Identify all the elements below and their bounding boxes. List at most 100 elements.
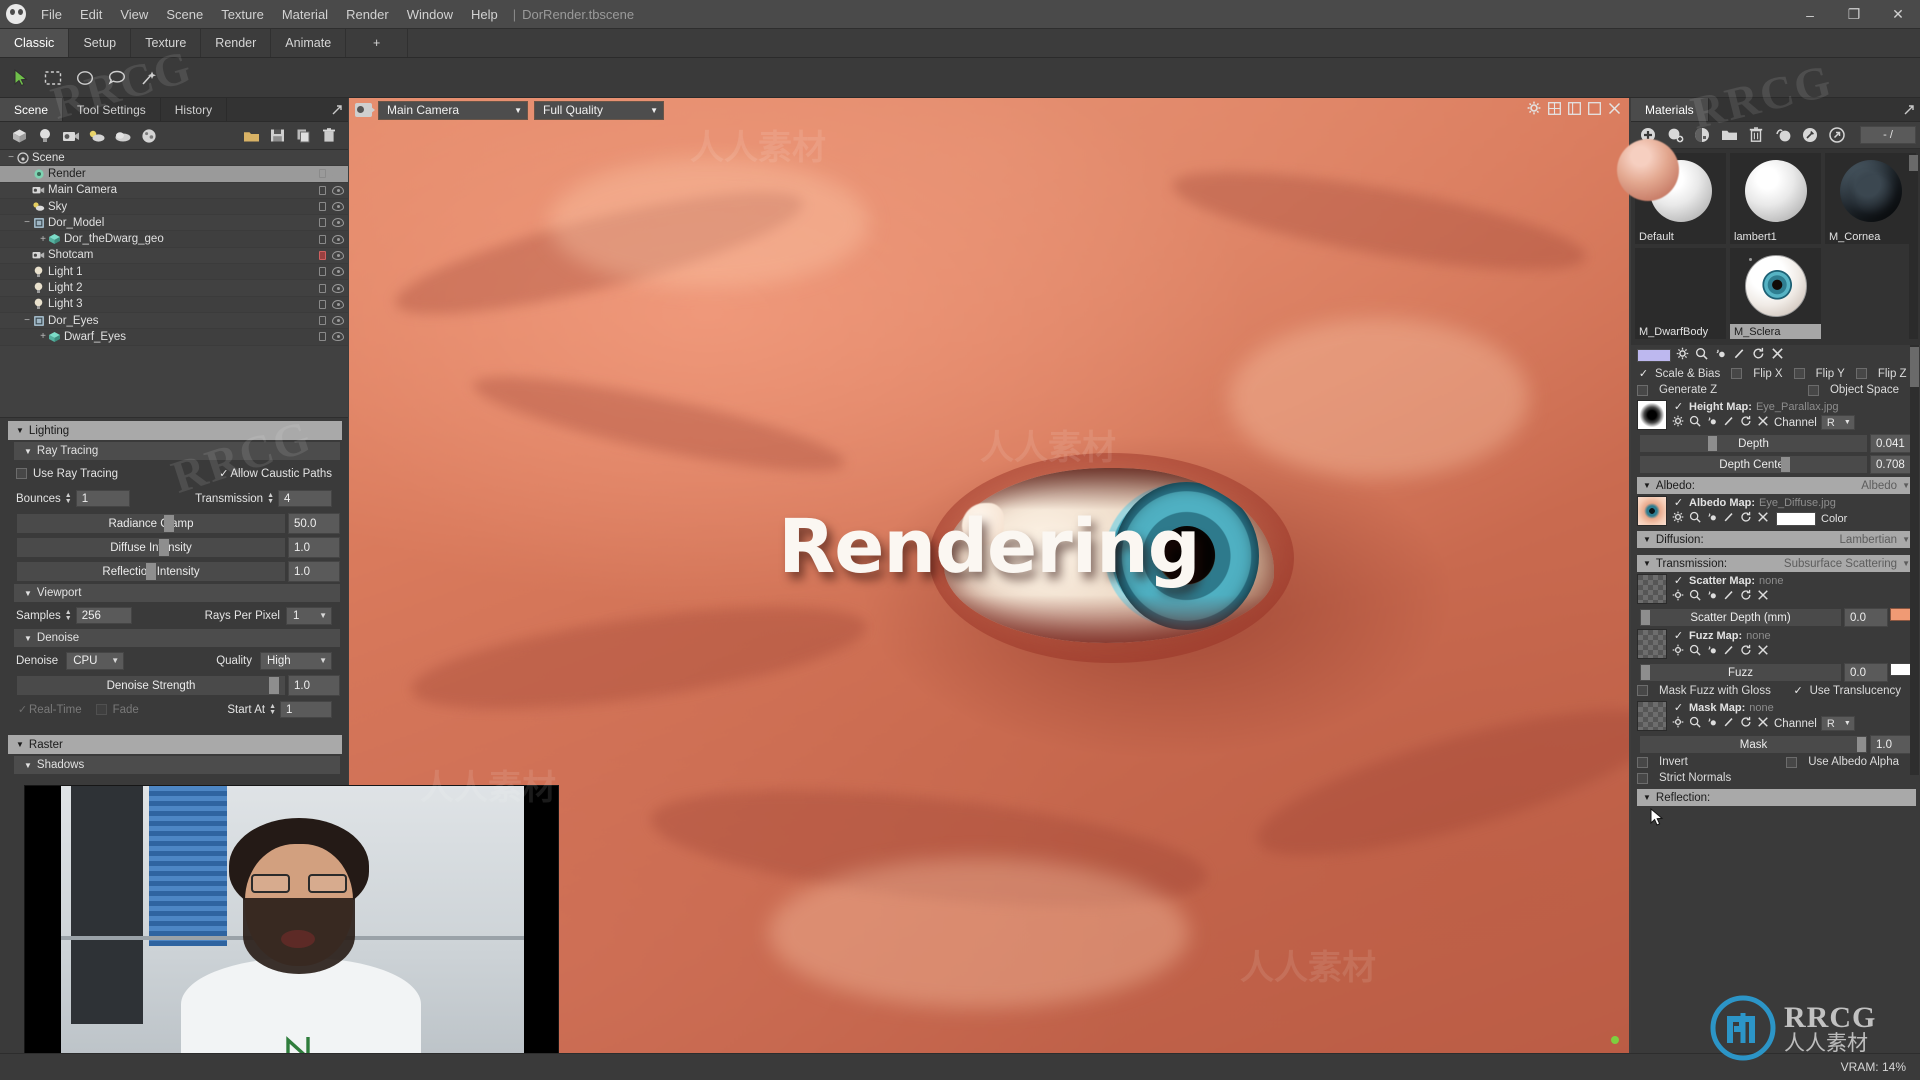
tree-item-light-2[interactable]: Light 2 (0, 280, 348, 297)
tree-item-scene[interactable]: − Scene (0, 150, 348, 167)
row-radiance-clamp[interactable]: Radiance Clamp 50.0 (16, 513, 340, 534)
fuzz-value[interactable]: 0.0 (1844, 663, 1888, 682)
flip-x-checkbox[interactable] (1731, 368, 1743, 379)
magnify-icon[interactable] (1689, 644, 1701, 659)
magic-wand-icon[interactable] (134, 63, 164, 93)
start-at-value[interactable]: 1 (280, 701, 332, 718)
depth-slider[interactable]: Depth (1639, 434, 1868, 453)
eyedropper-icon[interactable] (1714, 347, 1727, 363)
normal-map-color-swatch[interactable] (1637, 348, 1671, 362)
material-item-m_dwarfbody[interactable]: M_DwarfBody (1616, 139, 1726, 339)
lock-icon[interactable] (319, 234, 326, 244)
delete-icon[interactable] (316, 125, 342, 147)
tab-setup[interactable]: Setup (69, 29, 132, 57)
pencil-icon[interactable] (1723, 511, 1735, 526)
albedo-mode-dropdown[interactable]: Albedo ▼ (1861, 480, 1910, 492)
lock-icon[interactable] (319, 185, 326, 195)
material-item-lambert1[interactable]: lambert1 (1730, 153, 1821, 244)
visibility-eye-icon[interactable] (332, 218, 344, 228)
tree-item-render[interactable]: Render (0, 166, 348, 183)
mask-channel-dropdown[interactable]: R ▼ (1820, 716, 1855, 731)
tab-tool-settings[interactable]: Tool Settings (63, 98, 161, 121)
cloud-icon[interactable] (110, 125, 136, 147)
lock-icon[interactable] (319, 218, 326, 228)
albedo-color-swatch[interactable] (1776, 511, 1816, 526)
tree-item-shotcam[interactable]: Shotcam (0, 248, 348, 265)
slider-knob[interactable] (1780, 457, 1790, 472)
close-icon[interactable] (1757, 511, 1769, 526)
lock-icon[interactable] (319, 250, 326, 260)
pencil-icon[interactable] (1723, 644, 1735, 659)
webcam-overlay[interactable] (24, 785, 559, 1080)
rectangle-marquee-icon[interactable] (38, 63, 68, 93)
scatter-map-thumbnail[interactable] (1637, 574, 1667, 604)
pencil-icon[interactable] (1723, 415, 1735, 430)
section-header-denoise[interactable]: ▼ Denoise (14, 629, 340, 647)
section-header-raster[interactable]: ▼ Raster (8, 735, 342, 754)
quality-dropdown[interactable]: High ▼ (260, 651, 332, 670)
gear-icon[interactable] (1676, 347, 1689, 363)
menu-file[interactable]: File (32, 4, 71, 25)
eyedropper-icon[interactable] (1706, 644, 1718, 659)
scene-tree[interactable]: − Scene Render Main Camera Sky − Dor_Model + Dor… (0, 150, 348, 418)
visibility-eye-icon[interactable] (332, 169, 344, 179)
refresh-icon[interactable] (1740, 415, 1752, 430)
menu-edit[interactable]: Edit (71, 4, 111, 25)
slider-knob[interactable] (1641, 665, 1650, 680)
lock-icon[interactable] (319, 267, 326, 277)
maximize-button[interactable]: ❐ (1832, 0, 1876, 29)
height-map-checkbox[interactable]: ✓ (1672, 400, 1685, 413)
bounces-stepper[interactable]: ▲ ▼ (65, 492, 72, 505)
close-icon[interactable] (1757, 415, 1769, 430)
tree-item-dor-model[interactable]: − Dor_Model (0, 215, 348, 232)
use-albedo-alpha-checkbox[interactable] (1786, 756, 1798, 768)
slider-knob[interactable] (269, 677, 279, 694)
lock-icon[interactable] (319, 299, 326, 309)
fuzz-map-checkbox[interactable]: ✓ (1672, 629, 1685, 642)
channel-dropdown[interactable]: R ▼ (1820, 415, 1855, 430)
flip-y-checkbox[interactable] (1793, 368, 1805, 379)
scale-bias-checkbox[interactable]: ✓ (1637, 367, 1650, 380)
tab-add-workspace[interactable]: + (346, 29, 409, 57)
ellipse-marquee-icon[interactable] (70, 63, 100, 93)
real-time-checkbox[interactable]: ✓ (16, 703, 29, 716)
copy-icon[interactable] (290, 125, 316, 147)
diffusion-mode-dropdown[interactable]: Lambertian ▼ (1840, 534, 1910, 546)
eyedropper-icon[interactable] (1706, 589, 1718, 604)
tab-animate[interactable]: Animate (271, 29, 347, 57)
reflection-intensity-slider[interactable]: Reflection Intensity (16, 561, 286, 582)
folder-icon[interactable] (1716, 124, 1742, 146)
visibility-eye-icon[interactable] (332, 185, 344, 195)
radiance-clamp-slider[interactable]: Radiance Clamp (16, 513, 286, 534)
close-icon[interactable] (1771, 347, 1784, 363)
assign-material-icon[interactable] (1770, 124, 1796, 146)
material-sphere-icon[interactable] (136, 125, 162, 147)
material-item-m_cornea[interactable]: M_Cornea (1825, 153, 1916, 244)
visibility-eye-icon[interactable] (332, 332, 344, 342)
visibility-eye-icon[interactable] (332, 283, 344, 293)
use-ray-tracing-checkbox[interactable] (16, 468, 27, 479)
visibility-eye-icon[interactable] (332, 267, 344, 277)
denoise-strength-value[interactable]: 1.0 (288, 675, 340, 696)
row-diffuse-intensity[interactable]: Diffuse Intensity 1.0 (16, 537, 340, 558)
material-grid[interactable]: Default lambert1 M_Cornea M_DwarfBody M_Scle… (1616, 139, 1920, 345)
section-header-transmission[interactable]: ▼ Transmission: Subsurface Scattering ▼ (1637, 555, 1916, 572)
checker-icon[interactable] (1689, 124, 1715, 146)
light-icon[interactable] (32, 125, 58, 147)
refresh-icon[interactable] (1752, 347, 1765, 363)
depth-center-value[interactable]: 0.708 (1870, 455, 1914, 474)
row-depth-center[interactable]: Depth Center 0.708 (1639, 455, 1914, 474)
magnify-icon[interactable] (1689, 511, 1701, 526)
menu-window[interactable]: Window (398, 4, 462, 25)
row-denoise-strength[interactable]: Denoise Strength 1.0 (16, 675, 340, 696)
camera-dropdown[interactable]: Main Camera ▼ (378, 100, 528, 120)
close-icon[interactable] (1757, 589, 1769, 604)
eyedropper-icon[interactable] (1706, 716, 1718, 731)
row-scatter-depth[interactable]: Scatter Depth (mm) 0.0 (1639, 608, 1914, 627)
sky-icon[interactable] (84, 125, 110, 147)
close-button[interactable]: ✕ (1876, 0, 1920, 29)
section-header-reflection[interactable]: ▼ Reflection: (1637, 789, 1916, 806)
duplicate-material-icon[interactable] (1662, 124, 1688, 146)
row-mask[interactable]: Mask 1.0 (1639, 735, 1914, 754)
magnify-icon[interactable] (1689, 415, 1701, 430)
